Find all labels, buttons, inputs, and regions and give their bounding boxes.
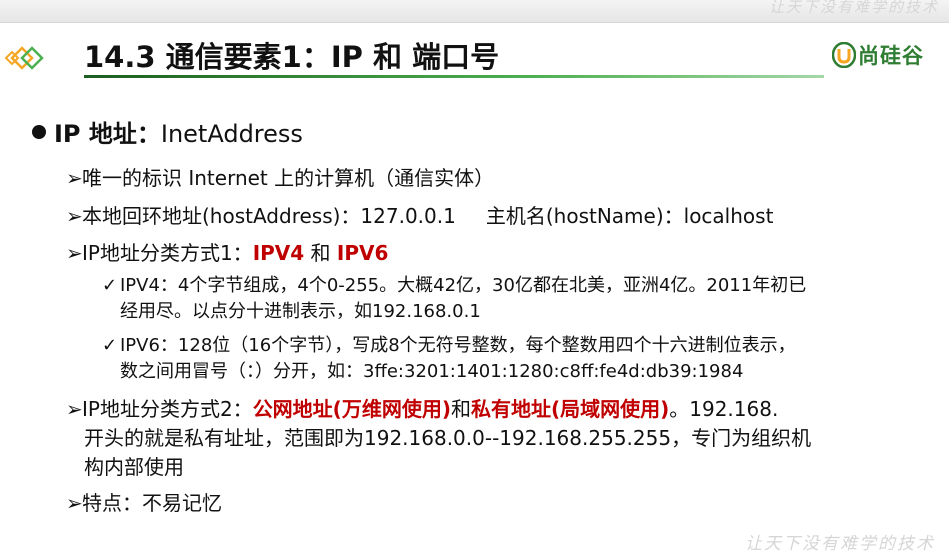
ipv4-label: IPV4 [252,241,305,265]
title-underline [84,75,824,78]
arrow-bullet-icon: ➢ [66,166,83,190]
list-item-classification-1: ➢IP地址分类方式1：IPV4 和 IPV6 [66,237,388,266]
classification2-line3: 构内部使用 [84,455,184,479]
classification2-prefix: IP地址分类方式2： [82,397,253,421]
list-item-text: 唯一的标识 Internet 上的计算机（通信实体） [82,166,495,190]
sub-item-ipv6: ✓ IPV6：128位（16个字节），写成8个无符号整数，每个整数用四个十六进制位… [102,331,796,357]
hostname-text: 主机名(hostName)：localhost [485,204,774,228]
arrow-bullet-icon: ➢ [66,397,83,421]
brand-logo: 尚硅谷 [832,40,924,70]
watermark-bottom: 让天下没有难学的技术 [745,534,935,554]
sub-item-ipv4-cont: 经用尽。以点分十进制表示，如192.168.0.1 [120,301,481,322]
and-text: 和 [450,397,471,421]
arrow-bullet-icon: ➢ [66,204,83,228]
ipv6-line1: IPV6：128位（16个字节），写成8个无符号整数，每个整数用四个十六进制位表… [120,335,796,356]
page-title: 14.3 通信要素1：IP 和 端口号 [84,40,500,74]
ipv6-label: IPV6 [336,241,389,265]
sub-item-ipv6-cont: 数之间用冒号（：）分开，如：3ffe:3201:1401:1280:c8ff:f… [120,361,744,382]
and-text: 和 [304,241,337,265]
classification-prefix: IP地址分类方式1： [82,241,253,265]
list-item-feature: ➢特点：不易记忆 [66,487,222,516]
private-address-label: 私有地址(局域网使用) [470,397,670,421]
classification2-suffix: 。192.168. [669,397,779,421]
arrow-bullet-icon: ➢ [66,491,83,515]
bullet-head: IP 地址： [54,120,161,148]
bullet-text: InetAddress [160,120,303,148]
list-item-classification-2: ➢IP地址分类方式2：公网地址(万维网使用)和私有地址(局域网使用)。192.1… [66,393,778,422]
list-item-loopback: ➢本地回环地址(hostAddress)：127.0.0.1 主机名(hostNa… [66,200,773,229]
u-shield-icon [832,42,856,68]
public-address-label: 公网地址(万维网使用) [252,397,451,421]
loopback-text: 本地回环地址(hostAddress)：127.0.0.1 [82,204,456,228]
bullet-ip-address: IP 地址：InetAddress [32,114,303,149]
watermark-top: 让天下没有难学的技术 [768,0,939,16]
check-bullet-icon: ✓ [102,275,118,296]
list-item-unique-id: ➢唯一的标识 Internet 上的计算机（通信实体） [66,162,494,191]
classification2-line2: 开头的就是私有址址，范围即为192.168.0.0--192.168.255.2… [84,426,812,450]
arrow-bullet-icon: ➢ [66,241,83,265]
sub-item-ipv4: ✓ IPV4：4个字节组成，4个0-255。大概42亿，30亿都在北美，亚洲4亿。… [102,271,806,297]
feature-text: 特点：不易记忆 [82,491,222,515]
brand-name: 尚硅谷 [858,44,924,68]
diamond-logo-icon [4,46,44,70]
check-bullet-icon: ✓ [102,335,118,356]
ipv4-line1: IPV4：4个字节组成，4个0-255。大概42亿，30亿都在北美，亚洲4亿。2… [120,275,807,296]
bullet-dot [32,125,46,139]
